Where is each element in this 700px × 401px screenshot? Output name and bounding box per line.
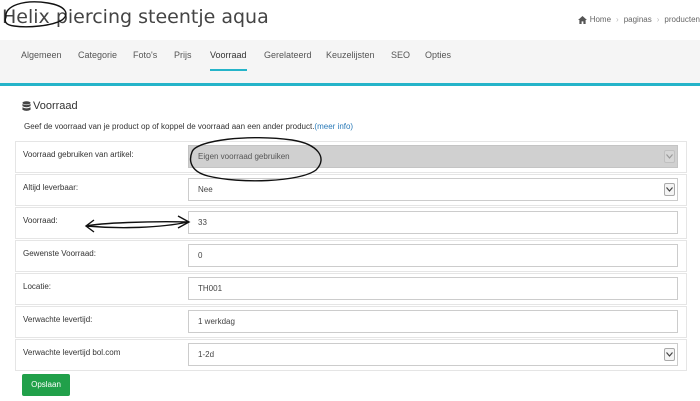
tab-categorie[interactable]: Categorie (78, 50, 117, 69)
form-row-always-available: Altijd leverbaar: Nee (15, 174, 687, 206)
form-row-use-stock: Voorraad gebruiken van artikel: Eigen vo… (15, 141, 687, 173)
breadcrumb-separator: › (656, 15, 660, 24)
delivery-time-bol-select[interactable]: 1-2d (188, 343, 678, 366)
form-row-desired-stock: Gewenste Voorraad: (15, 240, 687, 272)
tab-prijs[interactable]: Prijs (174, 50, 192, 69)
desired-stock-input[interactable] (188, 244, 678, 267)
save-button[interactable]: Opslaan (22, 374, 70, 396)
panel-title-text: Voorraad (33, 100, 78, 112)
stock-label: Voorraad: (23, 216, 58, 225)
tab-seo[interactable]: SEO (391, 50, 410, 69)
breadcrumb-producten[interactable]: producten (664, 15, 700, 24)
stock-panel: Voorraad Geef de voorraad van je product… (15, 89, 687, 401)
use-stock-select[interactable]: Eigen voorraad gebruiken (188, 145, 678, 168)
more-info-link[interactable]: (meer info) (314, 122, 353, 131)
panel-description: Geef de voorraad van je product op of ko… (24, 122, 353, 131)
breadcrumb-paginas[interactable]: paginas (624, 15, 652, 24)
panel-title: Voorraad (22, 100, 78, 112)
desired-stock-label: Gewenste Voorraad: (23, 249, 96, 258)
tab-opties[interactable]: Opties (425, 50, 451, 69)
delivery-time-label: Verwachte levertijd: (23, 315, 93, 324)
tab-voorraad[interactable]: Voorraad (210, 50, 247, 71)
location-input[interactable] (188, 277, 678, 300)
use-stock-label: Voorraad gebruiken van artikel: (23, 150, 134, 159)
delivery-time-input[interactable] (188, 310, 678, 333)
breadcrumb: Home › paginas › producten (577, 15, 700, 24)
tab-algemeen[interactable]: Algemeen (21, 50, 62, 69)
delivery-time-bol-value: 1-2d (198, 350, 215, 359)
breadcrumb-home[interactable]: Home (590, 15, 611, 24)
panel-description-text: Geef de voorraad van je product op of ko… (24, 122, 315, 131)
always-available-value: Nee (198, 185, 213, 194)
tab-bar: Algemeen Categorie Foto's Prijs Voorraad… (0, 40, 700, 86)
breadcrumb-separator: › (616, 15, 619, 24)
chevron-down-icon (664, 348, 675, 361)
delivery-time-bol-label: Verwachte levertijd bol.com (23, 348, 121, 357)
database-icon (22, 100, 31, 111)
tab-gerelateerd[interactable]: Gerelateerd (264, 50, 312, 69)
location-label: Locatie: (23, 282, 52, 291)
tab-fotos[interactable]: Foto's (133, 50, 157, 69)
chevron-down-icon (664, 183, 675, 196)
page-title: Helix piercing steentje aqua (2, 6, 269, 28)
stock-input[interactable] (188, 211, 678, 234)
use-stock-value: Eigen voorraad gebruiken (198, 152, 290, 161)
always-available-select[interactable]: Nee (188, 178, 678, 201)
form-row-stock: Voorraad: (15, 207, 687, 239)
form-row-delivery-time-bol: Verwachte levertijd bol.com 1-2d (15, 339, 687, 371)
page-header: Helix piercing steentje aqua Home › pagi… (0, 0, 700, 40)
form-row-location: Locatie: (15, 273, 687, 305)
chevron-down-icon (664, 150, 675, 163)
always-available-label: Altijd leverbaar: (23, 183, 79, 192)
home-icon (577, 15, 587, 24)
tab-keuzelijsten[interactable]: Keuzelijsten (326, 50, 375, 69)
form-row-delivery-time: Verwachte levertijd: (15, 306, 687, 338)
